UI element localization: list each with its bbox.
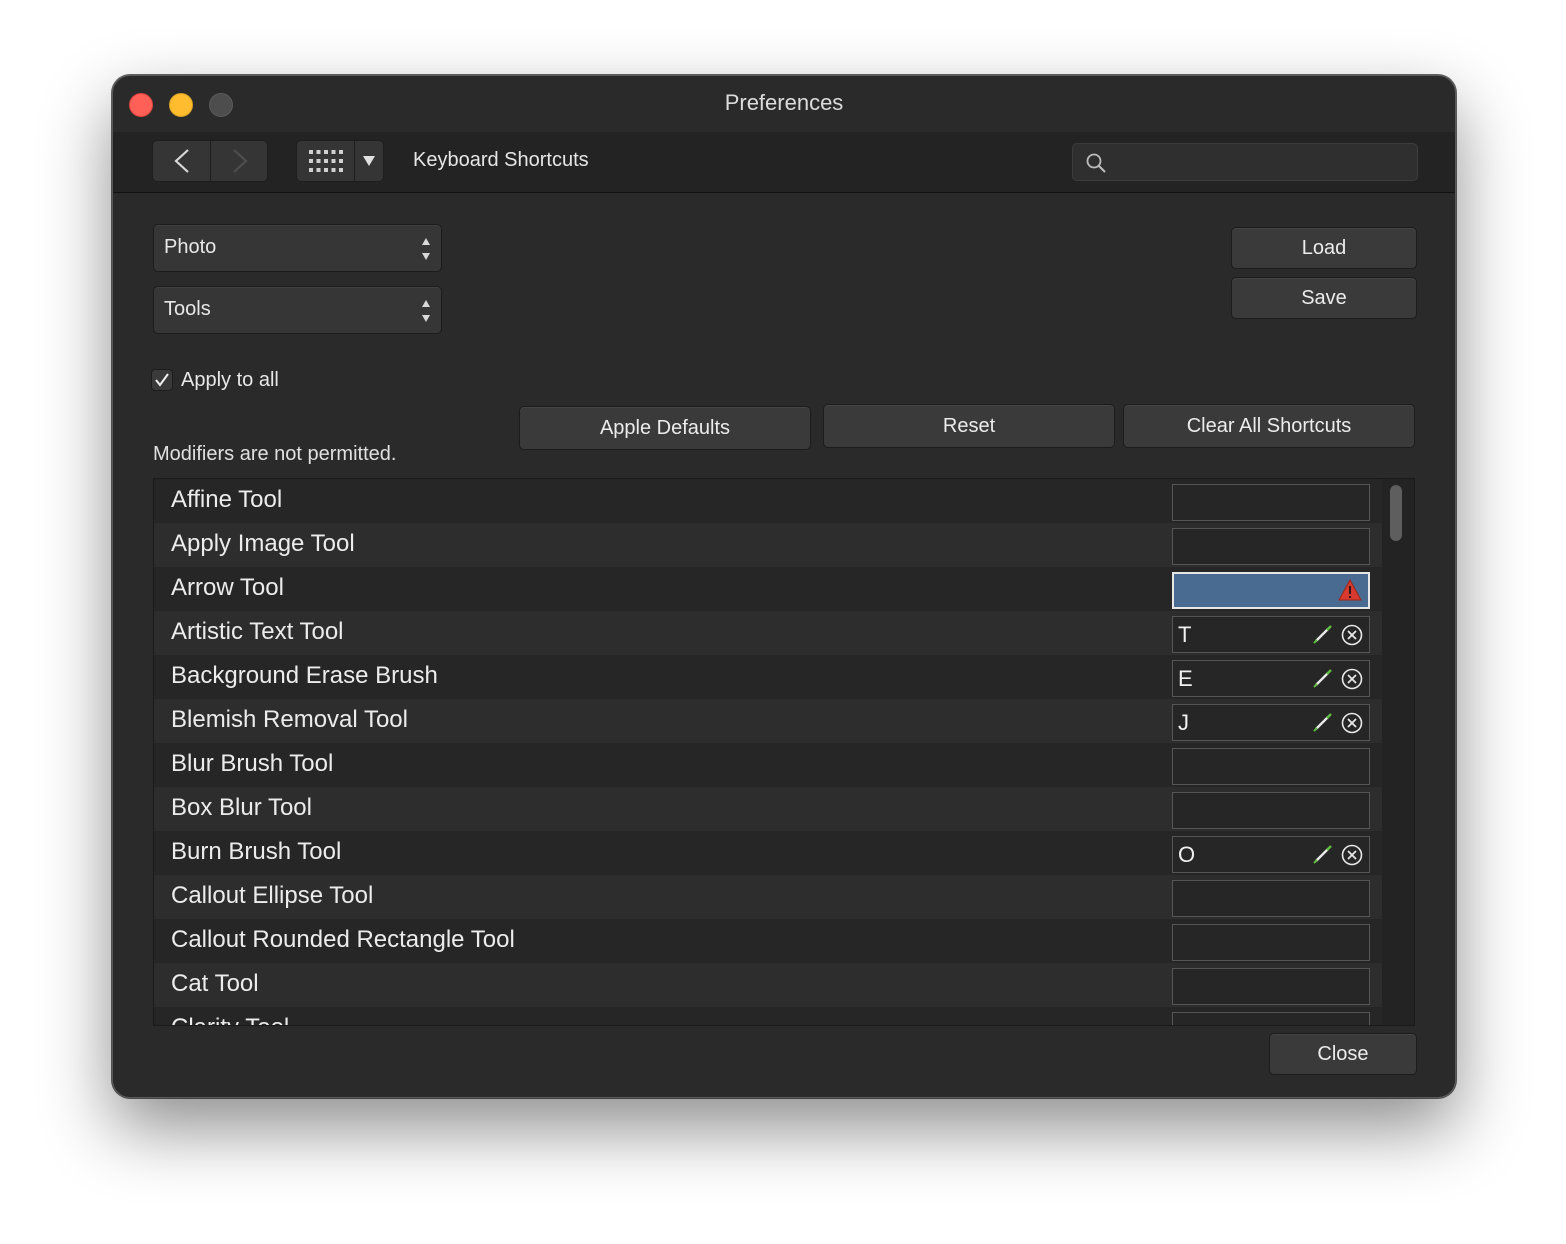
checkmark-icon: [155, 373, 169, 387]
list-item[interactable]: Callout Rounded Rectangle Tool: [154, 919, 1382, 963]
list-item[interactable]: Background Erase Brush E: [154, 655, 1382, 699]
clear-circle-x-icon[interactable]: [1341, 844, 1363, 866]
edit-pencil-icon[interactable]: [1313, 844, 1333, 864]
shortcut-name: Clarity Tool: [171, 1014, 289, 1025]
clear-circle-x-icon[interactable]: [1341, 668, 1363, 690]
edit-pencil-icon[interactable]: [1313, 668, 1333, 688]
shortcut-key: T: [1178, 622, 1192, 647]
edit-pencil-icon[interactable]: [1313, 712, 1333, 732]
shortcut-field[interactable]: [1172, 528, 1370, 565]
shortcut-field[interactable]: E: [1172, 660, 1370, 697]
list-item[interactable]: Artistic Text Tool T: [154, 611, 1382, 655]
grid-dropdown-button[interactable]: [355, 141, 383, 181]
shortcut-name: Apply Image Tool: [171, 530, 355, 557]
search-input[interactable]: [1113, 148, 1407, 178]
clear-circle-x-icon[interactable]: [1341, 624, 1363, 646]
shortcut-name: Background Erase Brush: [171, 662, 438, 689]
app-selector[interactable]: Photo: [153, 224, 442, 272]
shortcut-field[interactable]: [1172, 748, 1370, 785]
shortcut-field[interactable]: [1172, 880, 1370, 917]
shortcut-name: Callout Rounded Rectangle Tool: [171, 926, 515, 953]
apple-defaults-button[interactable]: Apple Defaults: [519, 406, 811, 450]
shortcut-field[interactable]: [1172, 792, 1370, 829]
preferences-window: Preferences Keyboard Shortcuts Photo Too…: [112, 75, 1456, 1098]
shortcut-field[interactable]: O: [1172, 836, 1370, 873]
back-button[interactable]: [153, 141, 210, 181]
reset-button[interactable]: Reset: [823, 404, 1115, 448]
clear-all-shortcuts-button[interactable]: Clear All Shortcuts: [1123, 404, 1415, 448]
show-all-button[interactable]: [297, 141, 354, 181]
load-button[interactable]: Load: [1231, 227, 1417, 269]
app-selector-value: Photo: [164, 236, 217, 258]
grid-icon: [308, 150, 343, 172]
shortcut-key: J: [1178, 710, 1189, 735]
window-title: Preferences: [724, 90, 844, 115]
chevron-left-icon: [173, 149, 189, 173]
list-item[interactable]: Blemish Removal Tool J: [154, 699, 1382, 743]
updown-arrows-icon: [422, 300, 430, 322]
section-title: Keyboard Shortcuts: [413, 149, 589, 171]
list-item[interactable]: Arrow Tool: [154, 567, 1382, 611]
shortcut-name: Arrow Tool: [171, 574, 284, 601]
shortcut-name: Callout Ellipse Tool: [171, 882, 374, 909]
category-selector[interactable]: Tools: [153, 286, 442, 334]
shortcut-field[interactable]: T: [1172, 616, 1370, 653]
list-item[interactable]: Box Blur Tool: [154, 787, 1382, 831]
list-item[interactable]: Clarity Tool: [154, 1007, 1382, 1025]
list-item[interactable]: Apply Image Tool: [154, 523, 1382, 567]
title-bar: Preferences: [113, 76, 1455, 132]
apply-to-all-checkbox[interactable]: [151, 369, 173, 391]
scrollbar-thumb[interactable]: [1390, 485, 1402, 541]
shortcut-field[interactable]: [1172, 968, 1370, 1005]
modifiers-note: Modifiers are not permitted.: [153, 443, 397, 465]
updown-arrows-icon: [422, 238, 430, 260]
save-button[interactable]: Save: [1231, 277, 1417, 319]
list-item[interactable]: Affine Tool: [154, 479, 1382, 523]
shortcut-key: E: [1178, 666, 1193, 691]
apply-to-all-label: Apply to all: [181, 369, 279, 391]
shortcut-name: Cat Tool: [171, 970, 259, 997]
clear-circle-x-icon[interactable]: [1341, 712, 1363, 734]
warning-icon: [1338, 579, 1362, 601]
list-item[interactable]: Blur Brush Tool: [154, 743, 1382, 787]
shortcuts-list[interactable]: Affine Tool Apply Image Tool Arrow Tool …: [153, 478, 1415, 1026]
shortcut-field[interactable]: [1172, 484, 1370, 521]
shortcut-name: Box Blur Tool: [171, 794, 312, 821]
shortcut-field-active[interactable]: [1172, 572, 1370, 609]
nav-buttons: [152, 140, 268, 182]
search-icon: [1086, 153, 1106, 173]
list-item[interactable]: Cat Tool: [154, 963, 1382, 1007]
edit-pencil-icon[interactable]: [1313, 624, 1333, 644]
shortcut-name: Burn Brush Tool: [171, 838, 342, 865]
shortcut-name: Blur Brush Tool: [171, 750, 334, 777]
shortcut-field[interactable]: [1172, 1012, 1370, 1025]
shortcut-name: Artistic Text Tool: [171, 618, 344, 645]
shortcut-name: Blemish Removal Tool: [171, 706, 408, 733]
shortcut-key: O: [1178, 842, 1196, 867]
shortcut-name: Affine Tool: [171, 486, 283, 513]
grid-view-group: [296, 140, 384, 182]
list-item[interactable]: Burn Brush Tool O: [154, 831, 1382, 875]
close-button[interactable]: Close: [1269, 1033, 1417, 1075]
category-selector-value: Tools: [164, 298, 211, 320]
shortcut-field[interactable]: [1172, 924, 1370, 961]
search-field[interactable]: [1072, 143, 1418, 181]
list-item[interactable]: Callout Ellipse Tool: [154, 875, 1382, 919]
toolbar: Keyboard Shortcuts: [113, 132, 1455, 193]
chevron-right-icon: [232, 149, 248, 173]
triangle-down-icon: [363, 156, 375, 166]
shortcut-field[interactable]: J: [1172, 704, 1370, 741]
forward-button[interactable]: [211, 141, 268, 181]
